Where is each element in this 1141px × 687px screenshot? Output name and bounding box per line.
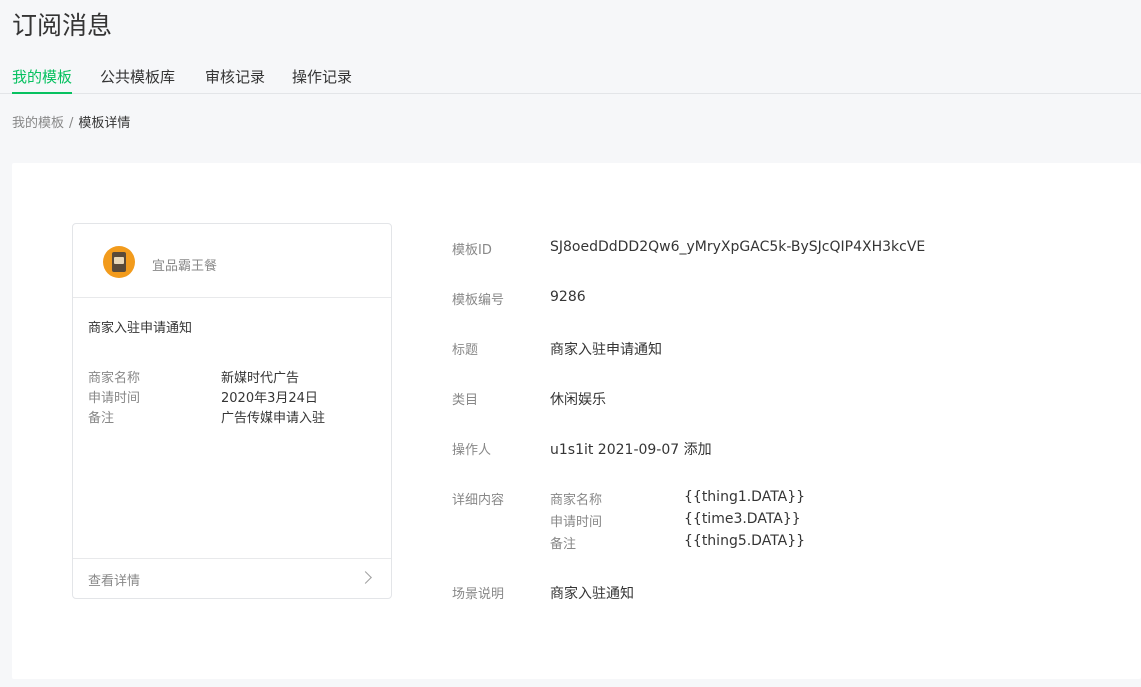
title-value: 商家入驻申请通知 <box>550 342 662 358</box>
tab-bar: 我的模板 公共模板库 审核记录 操作记录 <box>0 62 1141 94</box>
tab-my-templates[interactable]: 我的模板 <box>12 66 73 94</box>
detail-key: 备注 <box>550 537 577 552</box>
detail-panel: 宜品霸王餐 商家入驻申请通知 商家名称 新媒时代广告 申请时间 2020年3月2… <box>12 163 1141 679</box>
breadcrumb-separator: / <box>69 116 74 131</box>
detail-placeholder: {{time3.DATA}} <box>684 511 801 527</box>
template-id-value: SJ8oedDdDD2Qw6_yMryXpGAC5k-BySJcQIP4XH3k… <box>550 239 926 255</box>
detail-row: 备注 {{thing5.DATA}} <box>550 533 870 555</box>
breadcrumb-current: 模板详情 <box>78 116 131 131</box>
field-key: 商家名称 <box>88 371 141 386</box>
food-image-icon <box>114 257 124 264</box>
field-value: 2020年3月24日 <box>221 391 318 406</box>
category-value: 休闲娱乐 <box>550 392 606 408</box>
info-label: 模板编号 <box>452 293 505 308</box>
detail-placeholder: {{thing5.DATA}} <box>684 533 806 549</box>
breadcrumb-my-templates[interactable]: 我的模板 <box>12 116 64 131</box>
avatar <box>103 246 135 278</box>
page-title: 订阅消息 <box>12 11 113 40</box>
detail-key: 申请时间 <box>550 515 603 530</box>
card-field-row: 商家名称 新媒时代广告 <box>88 367 378 387</box>
field-key: 备注 <box>88 411 115 426</box>
card-title: 商家入驻申请通知 <box>88 321 193 336</box>
field-value: 广告传媒申请入驻 <box>221 411 326 426</box>
detail-content-list: 商家名称 {{thing1.DATA}} 申请时间 {{time3.DATA}}… <box>550 489 870 555</box>
card-header: 宜品霸王餐 <box>73 224 391 298</box>
info-label: 操作人 <box>452 443 492 458</box>
view-details-link[interactable]: 查看详情 <box>73 558 391 598</box>
card-field-row: 备注 广告传媒申请入驻 <box>88 407 378 427</box>
info-label: 类目 <box>452 393 479 408</box>
info-label: 场景说明 <box>452 587 505 602</box>
card-field-list: 商家名称 新媒时代广告 申请时间 2020年3月24日 备注 广告传媒申请入驻 <box>88 367 378 427</box>
card-field-row: 申请时间 2020年3月24日 <box>88 387 378 407</box>
template-preview-card: 宜品霸王餐 商家入驻申请通知 商家名称 新媒时代广告 申请时间 2020年3月2… <box>72 223 392 599</box>
detail-row: 商家名称 {{thing1.DATA}} <box>550 489 870 511</box>
detail-key: 商家名称 <box>550 493 603 508</box>
tab-review-records[interactable]: 审核记录 <box>205 66 265 93</box>
brand-name: 宜品霸王餐 <box>152 259 218 274</box>
detail-row: 申请时间 {{time3.DATA}} <box>550 511 870 533</box>
field-value: 新媒时代广告 <box>221 371 300 386</box>
operator-value: u1s1it 2021-09-07 添加 <box>550 442 712 458</box>
tab-public-library[interactable]: 公共模板库 <box>100 66 175 93</box>
field-key: 申请时间 <box>88 391 141 406</box>
view-details-label: 查看详情 <box>88 574 141 589</box>
detail-placeholder: {{thing1.DATA}} <box>684 489 806 505</box>
chevron-right-icon <box>359 571 372 584</box>
info-label: 模板ID <box>452 243 492 258</box>
template-number-value: 9286 <box>550 289 586 305</box>
info-label: 详细内容 <box>452 493 505 508</box>
scene-value: 商家入驻通知 <box>550 586 634 602</box>
tab-operation-records[interactable]: 操作记录 <box>292 66 352 93</box>
info-label: 标题 <box>452 343 479 358</box>
breadcrumb: 我的模板 / 模板详情 <box>12 112 130 131</box>
